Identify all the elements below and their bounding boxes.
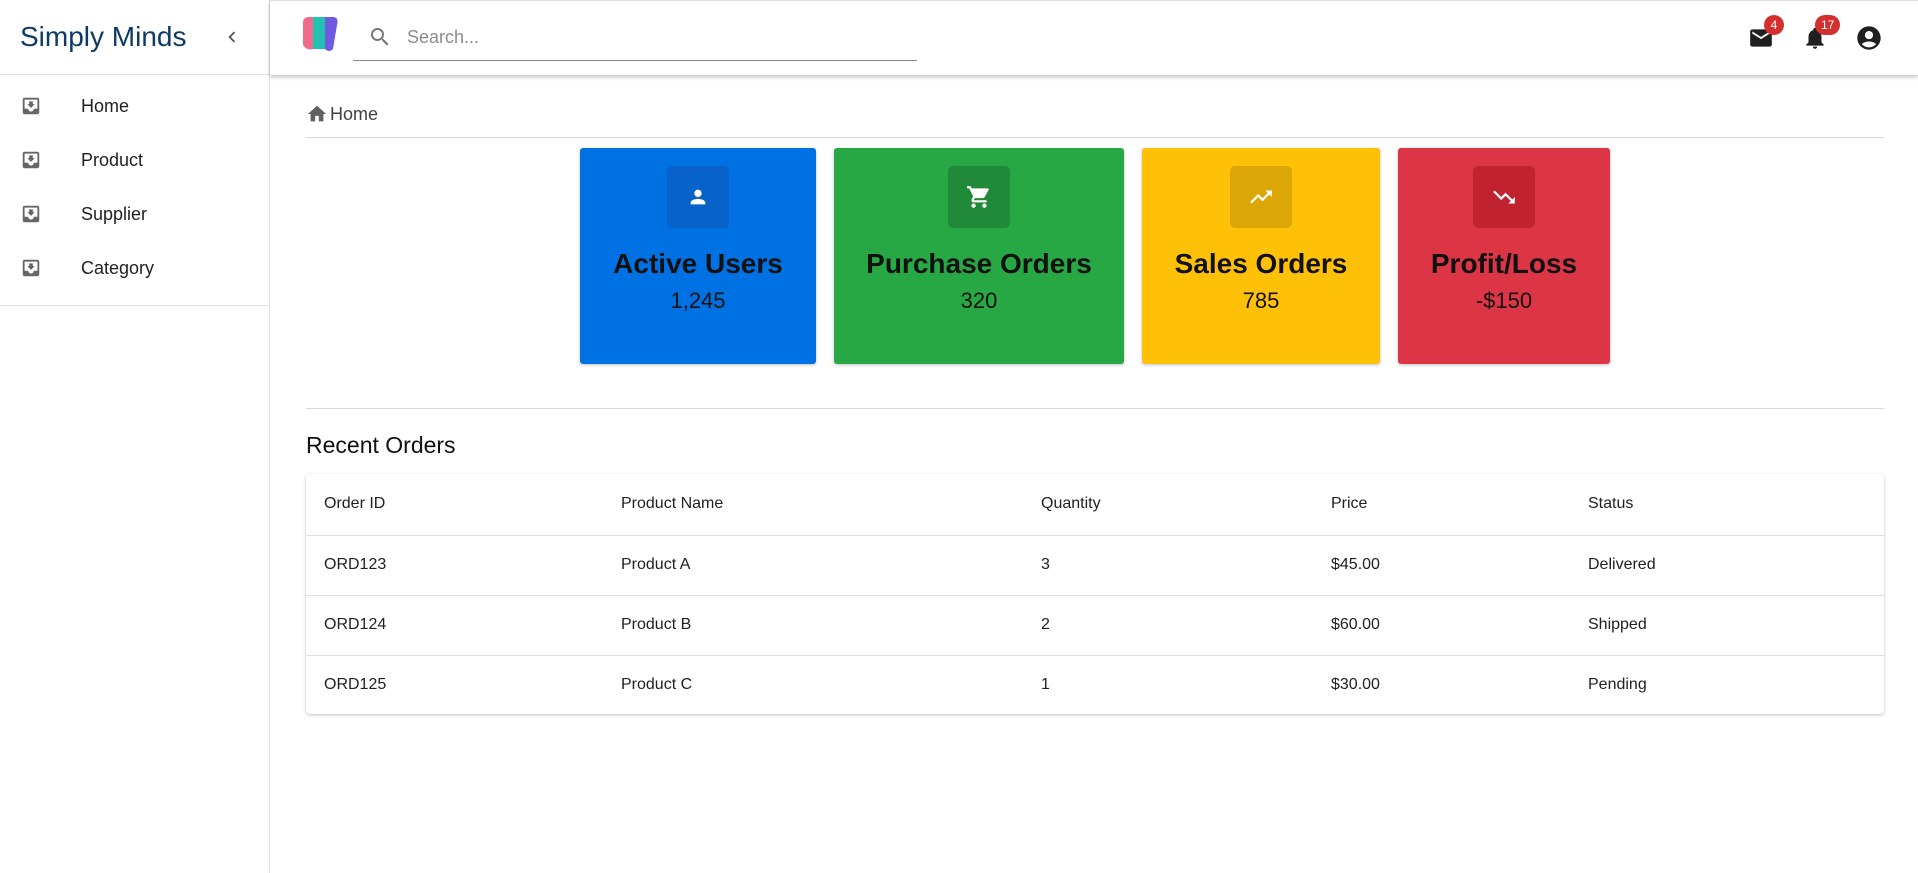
recent-orders-table: Order ID Product Name Quantity Price Sta…	[306, 474, 1884, 714]
cart-icon	[967, 186, 989, 208]
sidebar-item-label: Supplier	[81, 203, 148, 224]
sidebar-item-product[interactable]: Product	[0, 133, 269, 187]
search-box	[353, 14, 917, 61]
table-cell: Shipped	[1570, 595, 1884, 656]
card-title: Active Users	[613, 248, 783, 279]
table-cell: 3	[1023, 535, 1313, 596]
sidebar-item-label: Home	[81, 95, 130, 116]
section-title: Recent Orders	[306, 432, 456, 458]
table-cell: Pending	[1588, 676, 1647, 694]
table-cell: Product A	[603, 535, 1023, 596]
sidebar-item-label: Product	[81, 149, 144, 170]
active-users-card[interactable]: Active Users 1,245	[580, 148, 816, 364]
notifications-button[interactable]: 17	[1798, 15, 1841, 55]
collapse-sidebar-button[interactable]	[215, 20, 249, 54]
top-app-bar: 4 17	[270, 0, 1918, 75]
column-header[interactable]: Product Name	[603, 474, 1023, 536]
mail-button[interactable]: 4	[1744, 15, 1784, 55]
card-icon-box	[1473, 166, 1535, 228]
card-title: Purchase Orders	[866, 248, 1092, 279]
sidebar-item-category[interactable]: Category	[0, 241, 269, 295]
table-cell: Delivered	[1570, 535, 1884, 596]
table-row[interactable]: ORD123 Product A 3 $45.00 Delivered	[306, 535, 1884, 596]
home-icon	[307, 105, 327, 122]
move-to-inbox-icon	[20, 203, 42, 225]
card-title: Profit/Loss	[1430, 248, 1578, 279]
mail-badge: 4	[1764, 15, 1784, 35]
move-to-inbox-icon	[20, 149, 42, 171]
sidebar-header: Simply Minds	[0, 0, 269, 75]
person-icon	[690, 189, 706, 205]
sidebar-item-supplier[interactable]: Supplier	[0, 187, 269, 241]
table-cell: Product C	[621, 676, 693, 694]
sidebar-nav: Home Product Supplier Category	[0, 75, 269, 306]
sales-orders-card[interactable]: Sales Orders 785	[1142, 148, 1380, 364]
purchase-orders-card[interactable]: Purchase Orders 320	[834, 148, 1124, 364]
trending-up-icon	[1250, 190, 1272, 204]
divider	[306, 137, 1884, 138]
table-cell: 2	[1023, 595, 1313, 656]
profit-loss-card[interactable]: Profit/Loss -$150	[1398, 148, 1610, 364]
table-row[interactable]: ORD125 Product C 1 $30.00 Pending	[306, 655, 1884, 715]
sidebar-item-home[interactable]: Home	[0, 79, 269, 133]
table-cell: ORD124	[306, 595, 603, 656]
column-header[interactable]: Price	[1313, 474, 1570, 536]
move-to-inbox-icon	[20, 95, 42, 117]
account-button[interactable]	[1852, 21, 1886, 55]
card-value: 1,245	[670, 288, 726, 313]
table-cell: Product B	[603, 595, 1023, 656]
card-icon-box	[667, 166, 729, 228]
trending-down-icon	[1493, 190, 1515, 204]
app-title: Simply Minds	[20, 21, 187, 52]
card-value: 785	[1242, 288, 1280, 313]
table-row[interactable]: ORD124 Product B 2 $60.00 Shipped	[306, 595, 1884, 656]
card-icon-box	[1230, 166, 1292, 228]
card-icon-box	[948, 166, 1010, 228]
table-cell: $60.00	[1313, 595, 1570, 656]
app-logo	[299, 13, 341, 55]
card-value: 320	[960, 288, 998, 313]
breadcrumb-home: Home	[330, 103, 379, 124]
table-cell: ORD123	[306, 535, 603, 596]
card-title: Sales Orders	[1174, 248, 1348, 279]
search-icon	[365, 22, 395, 52]
column-header[interactable]: Status	[1570, 474, 1884, 536]
table-cell: 1	[1041, 676, 1050, 694]
move-to-inbox-icon	[20, 257, 42, 279]
table-cell: $45.00	[1313, 535, 1570, 596]
table-cell: ORD125	[324, 676, 387, 694]
notifications-badge: 17	[1815, 15, 1841, 35]
search-input[interactable]	[407, 26, 887, 48]
breadcrumb[interactable]: Home	[306, 101, 378, 127]
account-circle-icon	[1857, 26, 1881, 50]
sidebar: Simply Minds Home Product Supplier Categ…	[0, 0, 270, 873]
card-value: -$150	[1475, 288, 1533, 313]
chevron-left-icon	[228, 31, 236, 43]
divider	[306, 408, 1884, 409]
column-header[interactable]: Order ID	[306, 474, 603, 536]
sidebar-item-label: Category	[81, 257, 155, 278]
table-header-row: Order ID Product Name Quantity Price Sta…	[306, 474, 1884, 536]
table-cell: $30.00	[1331, 676, 1380, 694]
column-header[interactable]: Quantity	[1023, 474, 1313, 536]
